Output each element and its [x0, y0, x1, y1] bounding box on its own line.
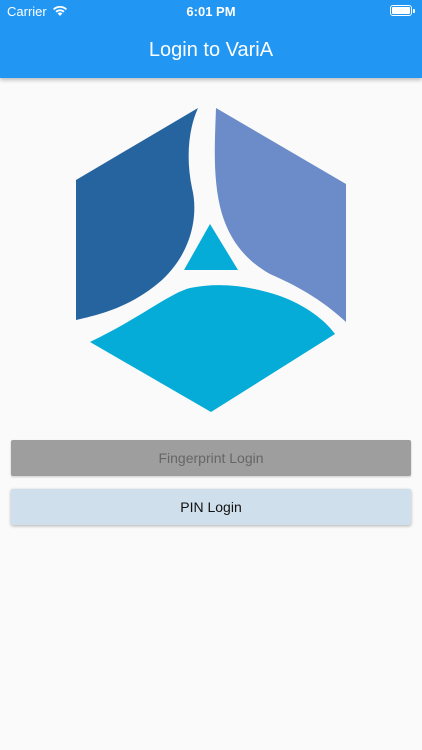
varia-logo: [76, 108, 346, 412]
status-bar: Carrier 6:01 PM: [0, 0, 422, 24]
fingerprint-login-button[interactable]: Fingerprint Login: [11, 440, 411, 476]
battery-icon: [390, 5, 415, 16]
app-bar: Carrier 6:01 PM Login to VariA: [0, 0, 422, 78]
pin-login-button[interactable]: PIN Login: [11, 489, 411, 525]
page-title: Login to VariA: [148, 39, 274, 61]
logo-left-panel: [76, 108, 198, 320]
status-time: 6:01 PM: [186, 4, 236, 19]
logo-bottom-panel: [90, 285, 335, 412]
